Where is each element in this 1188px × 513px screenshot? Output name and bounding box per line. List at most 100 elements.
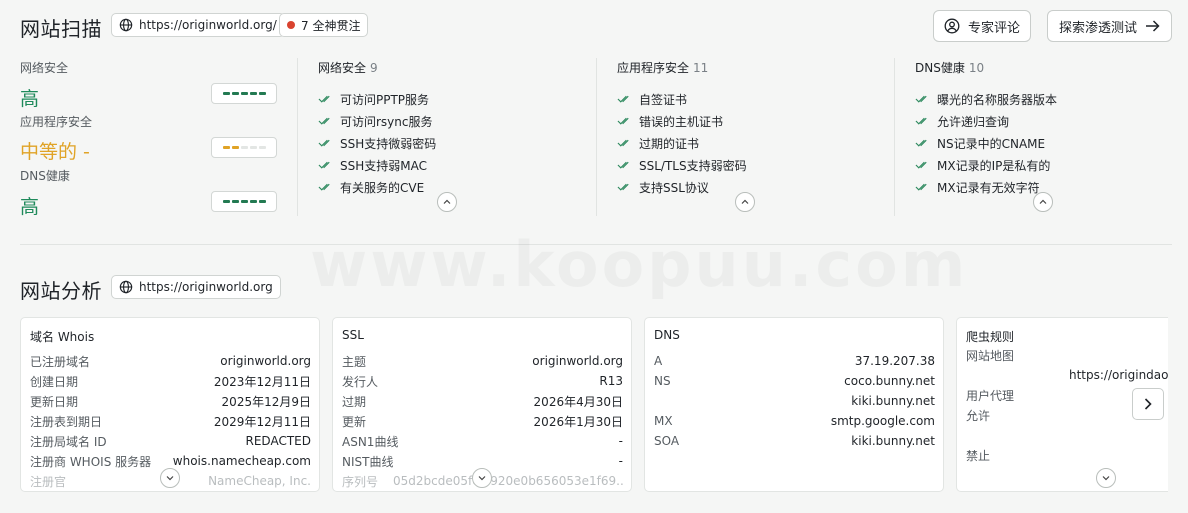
- pentest-label: 探索渗透测试: [1058, 20, 1137, 36]
- column-divider: [297, 58, 298, 216]
- collapse-dns-button[interactable]: [1033, 192, 1053, 212]
- expand-crawler-button[interactable]: [1096, 468, 1116, 488]
- status-dot-icon: [287, 21, 295, 29]
- url-pill[interactable]: https://originworld.org/: [111, 13, 285, 37]
- card-title: SSL: [342, 328, 364, 342]
- chevron-down-icon: [166, 476, 174, 481]
- chevron-up-icon: [741, 199, 749, 204]
- expand-ssl-button[interactable]: [472, 468, 492, 488]
- check-item: 允许递归查询: [915, 110, 1175, 132]
- chevron-right-icon: [1144, 398, 1152, 410]
- ssl-row: 过期 2026年4月30日: [342, 394, 623, 409]
- dns-row: MX smtp.google.com: [654, 414, 935, 428]
- chevron-down-icon: [1102, 476, 1110, 481]
- url-text: https://originworld.org/: [139, 18, 277, 32]
- score-value-dns: 高: [20, 196, 40, 218]
- check-item: 过期的证书: [617, 132, 877, 154]
- whois-card: 域名 Whois 已注册域名 originworld.org 创建日期 2023年1…: [20, 317, 320, 492]
- check-item: SSL/TLS支持弱密码: [617, 154, 877, 176]
- globe-icon: [119, 280, 133, 294]
- double-check-icon: [915, 139, 927, 147]
- column-divider: [894, 58, 895, 216]
- double-check-icon: [617, 117, 629, 125]
- ssl-card: SSL 主题 originworld.org 发行人 R13 过期 2026年4月30…: [332, 317, 632, 492]
- next-card-button[interactable]: [1132, 388, 1164, 420]
- chevron-up-icon: [443, 199, 451, 204]
- whois-row: 注册局域名 ID REDACTED: [30, 434, 311, 449]
- allow-label: 允许: [966, 409, 991, 423]
- double-check-icon: [318, 139, 330, 147]
- score-meter-network: [211, 83, 277, 104]
- status-badge[interactable]: 7 全神贯注: [279, 13, 369, 37]
- status-text: 7 全神贯注: [301, 18, 361, 33]
- dns-row: SOA kiki.bunny.net: [654, 434, 935, 448]
- chevron-down-icon: [478, 476, 486, 481]
- sitemap-value[interactable]: https://origindao.i: [1069, 368, 1168, 382]
- page-title: 网站扫描: [20, 17, 102, 41]
- analysis-title: 网站分析: [20, 279, 102, 303]
- issue-count: 9: [370, 61, 378, 75]
- double-check-icon: [617, 95, 629, 103]
- whois-row: 更新日期 2025年12月9日: [30, 394, 311, 409]
- double-check-icon: [318, 161, 330, 169]
- column-title: DNS健康 10: [915, 61, 985, 75]
- double-check-icon: [915, 95, 927, 103]
- check-item: MX记录的IP是私有的: [915, 154, 1175, 176]
- expand-whois-button[interactable]: [160, 468, 180, 488]
- check-column-network: 网络安全 9 可访问PPTP服务 可访问rsync服务 SSH支持微弱密码 SSH…: [318, 59, 578, 198]
- card-title: 爬虫规则: [966, 330, 1015, 344]
- check-item: SSH支持微弱密码: [318, 132, 578, 154]
- card-title: 域名 Whois: [30, 330, 95, 344]
- column-title: 应用程序安全 11: [617, 61, 709, 75]
- issue-count: 10: [968, 61, 985, 75]
- score-value-app: 中等的 -: [20, 141, 90, 163]
- score-meter-dns: [211, 191, 277, 212]
- ssl-row: 发行人 R13: [342, 374, 623, 389]
- collapse-app-button[interactable]: [735, 192, 755, 212]
- check-item: 曝光的名称服务器版本: [915, 88, 1175, 110]
- check-item: 自签证书: [617, 88, 877, 110]
- issue-count: 11: [693, 61, 709, 75]
- ssl-row: 更新 2026年1月30日: [342, 414, 623, 429]
- ssl-row: 主题 originworld.org: [342, 354, 623, 369]
- score-label-app: 应用程序安全: [20, 115, 93, 129]
- analysis-url-pill[interactable]: https://originworld.org: [111, 275, 281, 299]
- collapse-network-button[interactable]: [437, 192, 457, 212]
- sitemap-label: 网站地图: [966, 349, 1015, 363]
- card-title: DNS: [654, 328, 680, 342]
- double-check-icon: [915, 117, 927, 125]
- double-check-icon: [617, 183, 629, 191]
- check-item: 可访问rsync服务: [318, 110, 578, 132]
- dns-card: DNS A 37.19.207.38 NS coco.bunny.net kiki.…: [644, 317, 944, 492]
- user-circle-icon: [944, 18, 960, 34]
- whois-row: 已注册域名 originworld.org: [30, 354, 311, 369]
- double-check-icon: [318, 183, 330, 191]
- score-label-network: 网络安全: [20, 61, 69, 75]
- watermark: www.koopuu.com: [310, 228, 968, 301]
- double-check-icon: [915, 161, 927, 169]
- dns-row: NS coco.bunny.net: [654, 374, 935, 388]
- whois-row: 注册表到期日 2029年12月11日: [30, 414, 311, 429]
- deny-label: 禁止: [966, 449, 991, 463]
- double-check-icon: [617, 139, 629, 147]
- analysis-url-text: https://originworld.org: [139, 280, 273, 294]
- ssl-row: ASN1曲线 -: [342, 434, 623, 449]
- double-check-icon: [318, 117, 330, 125]
- check-item: 可访问PPTP服务: [318, 88, 578, 110]
- check-column-dns: DNS健康 10 曝光的名称服务器版本 允许递归查询 NS记录中的CNAME MX…: [915, 59, 1175, 198]
- section-divider: [20, 244, 1172, 245]
- pentest-button[interactable]: 探索渗透测试: [1047, 10, 1172, 42]
- user-agent-label: 用户代理: [966, 389, 1015, 403]
- chevron-up-icon: [1039, 199, 1047, 204]
- expert-review-button[interactable]: 专家评论: [933, 10, 1031, 42]
- globe-icon: [119, 18, 133, 32]
- whois-row: 创建日期 2023年12月11日: [30, 374, 311, 389]
- arrow-right-icon: [1146, 20, 1160, 32]
- score-meter-app: [211, 137, 277, 158]
- double-check-icon: [617, 161, 629, 169]
- score-value-network: 高: [20, 88, 40, 110]
- check-item: NS记录中的CNAME: [915, 132, 1175, 154]
- double-check-icon: [318, 95, 330, 103]
- dns-row: kiki.bunny.net: [851, 394, 935, 408]
- check-item: SSH支持弱MAC: [318, 154, 578, 176]
